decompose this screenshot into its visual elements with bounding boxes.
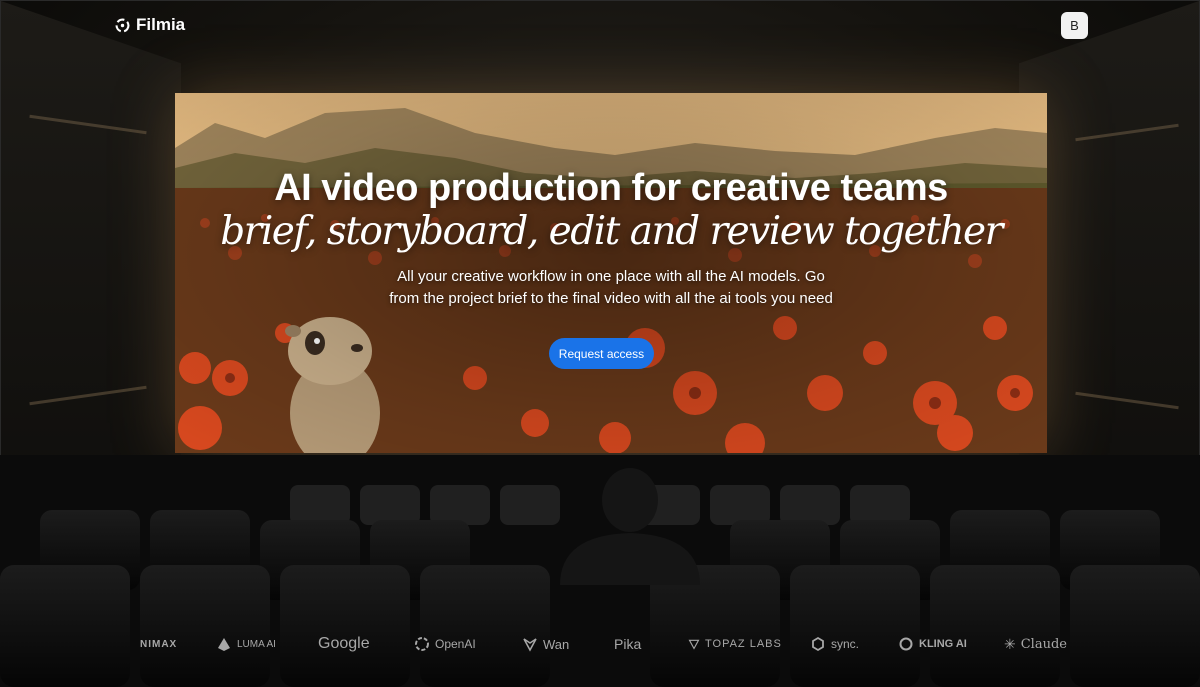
- kling-icon: [899, 637, 913, 651]
- sync-icon: [812, 636, 824, 652]
- filmia-logo-icon: [115, 17, 130, 33]
- partner-label: KLING AI: [919, 638, 967, 650]
- hero-subtitle: brief, storyboard, edit and review toget…: [220, 209, 1003, 254]
- partner-logo-kling: KLING AI: [898, 630, 967, 658]
- partner-logo-luma: LUMA AI: [216, 630, 276, 658]
- partner-logo-claude: ✳ Claude: [1004, 630, 1067, 658]
- partner-label: LUMA AI: [237, 638, 276, 650]
- cinema-screen: AI video production for creative teams b…: [175, 93, 1047, 453]
- hero-description: All your creative workflow in one place …: [361, 266, 861, 310]
- partner-label: OpenAI: [435, 637, 476, 651]
- brand-logo[interactable]: Filmia: [114, 15, 185, 35]
- topaz-icon: [688, 639, 700, 650]
- partner-label: Google: [318, 635, 370, 652]
- openai-icon: [415, 637, 429, 651]
- partner-label: Wan: [543, 636, 570, 652]
- partner-logo-openai: OpenAI: [414, 630, 476, 658]
- partner-label: Claude: [1020, 636, 1067, 652]
- partner-logo-topaz: TOPAZ LABS: [688, 630, 782, 658]
- partner-logo-wan: Wan: [522, 630, 569, 658]
- partner-label: TOPAZ LABS: [705, 638, 782, 650]
- partner-logo-nimax: NIMAX: [140, 630, 177, 658]
- user-avatar-button[interactable]: B: [1061, 12, 1088, 39]
- hero-title: AI video production for creative teams: [274, 167, 948, 209]
- partner-label: NIMAX: [140, 638, 178, 650]
- hero-description-line: from the project brief to the final vide…: [389, 290, 833, 307]
- partner-logo-sync: sync.: [810, 630, 859, 658]
- wan-icon: [523, 638, 537, 652]
- left-wall: [1, 1, 181, 521]
- partner-logo-pika: Pika: [614, 630, 641, 658]
- request-access-button[interactable]: Request access: [549, 338, 654, 369]
- partner-logos: NIMAX LUMA AI Google OpenAI Wan Pika TOP…: [0, 630, 1200, 658]
- luma-icon: [218, 638, 230, 651]
- claude-icon: ✳: [1004, 635, 1016, 652]
- avatar-initial: B: [1070, 18, 1079, 33]
- partner-logo-google: Google: [318, 630, 370, 658]
- top-nav: Filmia B: [0, 0, 1200, 52]
- partner-label: sync.: [831, 637, 860, 651]
- hero-description-line: All your creative workflow in one place …: [397, 268, 825, 285]
- partner-label: Pika: [614, 636, 642, 652]
- brand-name: Filmia: [136, 15, 186, 34]
